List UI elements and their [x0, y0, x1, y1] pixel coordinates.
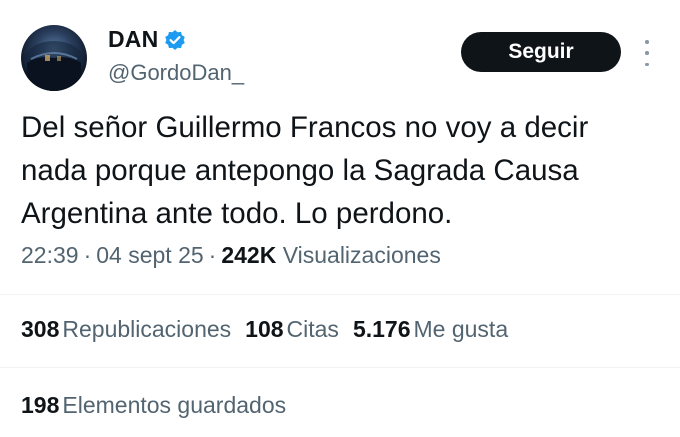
- quotes-count: 108: [245, 316, 284, 342]
- more-options-icon[interactable]: [640, 40, 654, 66]
- author-display-name[interactable]: DAN: [108, 26, 158, 53]
- verified-badge-icon: [164, 29, 186, 51]
- bookmarks-count: 198: [21, 392, 60, 418]
- likes-stat[interactable]: 5.176 Me gusta: [353, 316, 508, 343]
- divider: [0, 367, 680, 368]
- avatar-image: [24, 41, 84, 91]
- tweet-time[interactable]: 22:39: [21, 242, 79, 268]
- bookmarks-stat[interactable]: 198 Elementos guardados: [21, 392, 286, 419]
- views-label: Visualizaciones: [282, 242, 441, 268]
- views-count: 242K: [221, 242, 277, 268]
- more-dot: [645, 40, 649, 44]
- likes-label: Me gusta: [413, 316, 509, 342]
- author-name-row: DAN: [108, 26, 186, 53]
- author-handle[interactable]: @GordoDan_: [108, 60, 244, 86]
- divider: [0, 294, 680, 295]
- likes-count: 5.176: [352, 316, 411, 342]
- tweet-metadata: 22:39 · 04 sept 25 · 242K Visualizaciones: [21, 242, 441, 269]
- tweet-text: Del señor Guillermo Francos no voy a dec…: [21, 111, 589, 230]
- more-dot: [645, 51, 649, 55]
- retweets-label: Republicaciones: [62, 316, 232, 342]
- engagement-stats: 308 Republicaciones 108 Citas 5.176 Me gusta: [21, 316, 522, 343]
- separator-dot: ·: [83, 242, 92, 268]
- tweet-card: DAN @GordoDan_ Seguir Del señor Guillerm…: [0, 0, 680, 437]
- quotes-stat[interactable]: 108 Citas: [245, 316, 339, 343]
- avatar[interactable]: [21, 25, 87, 91]
- tweet-date[interactable]: 04 sept 25: [96, 242, 203, 268]
- more-dot: [645, 62, 649, 66]
- quotes-label: Citas: [286, 316, 339, 342]
- follow-button[interactable]: Seguir: [461, 32, 621, 72]
- separator-dot: ·: [208, 242, 217, 268]
- retweets-count: 308: [21, 316, 60, 342]
- bookmarks-label: Elementos guardados: [62, 392, 287, 418]
- retweets-stat[interactable]: 308 Republicaciones: [21, 316, 231, 343]
